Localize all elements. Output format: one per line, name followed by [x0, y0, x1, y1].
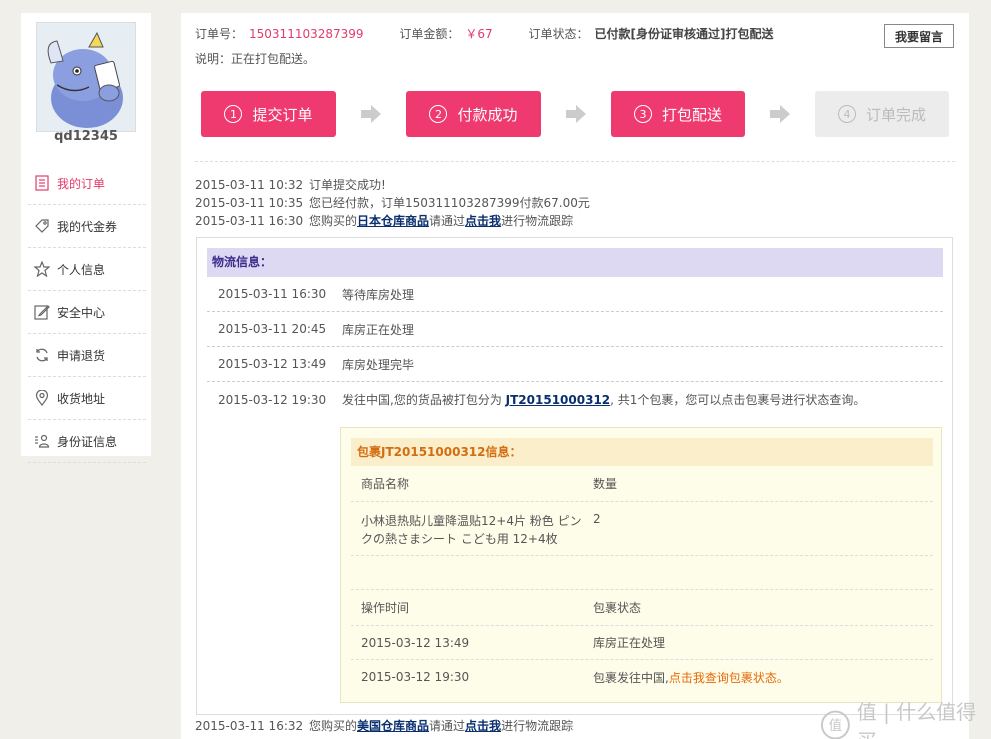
sidebar-nav: 我的订单 我的代金券 个人信息 安全中心 申请退货 收货地址 身份证信息: [28, 162, 146, 463]
step-order-complete: 4 订单完成: [815, 91, 949, 137]
package-item-row: 小林退热贴儿童降温贴12+4片 粉色 ピンクの熱さまシート こども用 12+4枚…: [351, 502, 933, 556]
username: qd12345: [54, 129, 118, 144]
package-number-link[interactable]: JT20151000312: [506, 393, 611, 407]
divider: [195, 161, 955, 162]
order-note: 说明：正在打包配送。: [195, 52, 316, 66]
step-label: 付款成功: [457, 105, 518, 124]
avatar[interactable]: [36, 22, 136, 132]
step-payment-success: 2 付款成功: [406, 91, 541, 137]
track-link[interactable]: 点击我: [465, 719, 501, 733]
leave-message-button[interactable]: 我要留言: [884, 24, 954, 48]
star-icon: [34, 261, 50, 277]
japan-warehouse-link[interactable]: 日本仓库商品: [357, 214, 429, 228]
location-pin-icon: [34, 390, 50, 406]
logistics-box: 物流信息： 2015-03-11 16:30 等待库房处理 2015-03-11 …: [196, 237, 953, 715]
step-number: 2: [429, 105, 448, 123]
sidebar-item-profile[interactable]: 个人信息: [28, 248, 146, 291]
svg-text:值: 值: [829, 718, 842, 734]
usa-warehouse-link[interactable]: 美国仓库商品: [357, 719, 429, 733]
sidebar-item-coupons[interactable]: 我的代金券: [28, 205, 146, 248]
order-log-entry: 2015-03-11 10:35 您已经付款，订单150311103287399付…: [195, 196, 590, 210]
watermark: 值 值 | 什么值得买: [820, 696, 991, 739]
order-status-value: 已付款[身份证审核通过]打包配送: [594, 27, 774, 41]
coupon-tag-icon: [34, 218, 50, 234]
step-label: 打包配送: [661, 105, 722, 124]
order-amount-label: 订单金额：: [399, 27, 460, 41]
order-log-entry: 2015-03-11 16:32 您购买的美国仓库商品请通过点击我进行物流跟踪: [195, 719, 574, 733]
logistics-row: 2015-03-12 13:49 库房处理完毕: [207, 347, 943, 382]
package-status-row: 2015-03-12 19:30 包裹发往中国,点击我查询包裹状态。: [361, 670, 789, 685]
id-card-icon: [34, 433, 50, 449]
order-progress-steps: 1 提交订单 2 付款成功 3 打包配送 4 订单完成: [201, 91, 949, 137]
sidebar-item-my-orders[interactable]: 我的订单: [28, 162, 146, 205]
step-label: 提交订单: [252, 105, 313, 124]
step-number: 4: [837, 105, 856, 123]
sidebar-item-label: 身份证信息: [57, 434, 118, 449]
logistics-row: 2015-03-11 16:30 等待库房处理: [207, 277, 943, 312]
step-label: 订单完成: [865, 105, 926, 124]
sidebar-item-label: 申请退货: [57, 348, 106, 363]
package-header-row: 商品名称 数量: [351, 466, 933, 502]
step-arrow-icon: [566, 105, 586, 123]
order-list-icon: [34, 175, 50, 191]
order-log-entry: 2015-03-11 10:32 订单提交成功!: [195, 178, 386, 192]
step-submit-order: 1 提交订单: [201, 91, 336, 137]
sidebar-item-label: 安全中心: [57, 305, 106, 320]
logistics-row: 2015-03-12 19:30 发往中国,您的货品被打包分为 JT201510…: [218, 392, 866, 408]
order-log-entry: 2015-03-11 16:30 您购买的日本仓库商品请通过点击我进行物流跟踪: [195, 214, 574, 228]
order-no-label: 订单号：: [195, 27, 244, 41]
track-link[interactable]: 点击我: [465, 214, 501, 228]
edit-icon: [34, 304, 50, 320]
site-logo-icon: 值: [820, 710, 850, 739]
order-detail-panel: 订单号： 150311103287399 订单金额： ￥67 订单状态： 已付款[身份…: [181, 13, 969, 739]
sidebar-item-label: 收货地址: [57, 391, 106, 406]
package-status-header-row: 操作时间 包裹状态: [351, 590, 933, 626]
step-number: 1: [224, 105, 243, 123]
sidebar-item-label: 个人信息: [57, 262, 106, 277]
step-packing: 3 打包配送: [611, 91, 745, 137]
sidebar-item-label: 我的订单: [57, 176, 106, 191]
order-header: 订单号： 150311103287399 订单金额： ￥67 订单状态： 已付款[身份…: [195, 25, 780, 42]
step-number: 3: [633, 105, 652, 123]
sidebar-item-id-card[interactable]: 身份证信息: [28, 420, 146, 463]
sidebar-item-returns[interactable]: 申请退货: [28, 334, 146, 377]
sidebar-item-label: 我的代金券: [57, 219, 118, 234]
logistics-row: 2015-03-11 20:45 库房正在处理: [207, 312, 943, 347]
query-package-status-link[interactable]: 点击我查询包裹状态。: [669, 671, 789, 685]
order-amount-value: ￥67: [465, 27, 493, 41]
package-spacer-row: [351, 556, 933, 590]
step-arrow-icon: [770, 105, 790, 123]
order-no-value: 150311103287399: [249, 27, 364, 41]
sidebar-item-address[interactable]: 收货地址: [28, 377, 146, 420]
sidebar: qd12345 我的订单 我的代金券 个人信息 安全中心 申请退货 收货地址 身…: [21, 13, 151, 463]
step-arrow-icon: [361, 105, 381, 123]
refresh-icon: [34, 347, 50, 363]
watermark-text: 值 | 什么值得买: [856, 700, 977, 739]
package-info-box: 包裹JT20151000312信息： 商品名称 数量 小林退热贴儿童降温贴12+4…: [340, 427, 942, 703]
logistics-title: 物流信息：: [207, 248, 943, 277]
package-status-row: 2015-03-12 13:49 库房正在处理: [351, 626, 933, 660]
sidebar-item-security[interactable]: 安全中心: [28, 291, 146, 334]
package-title: 包裹JT20151000312信息：: [351, 438, 933, 466]
order-status-label: 订单状态：: [528, 27, 589, 41]
